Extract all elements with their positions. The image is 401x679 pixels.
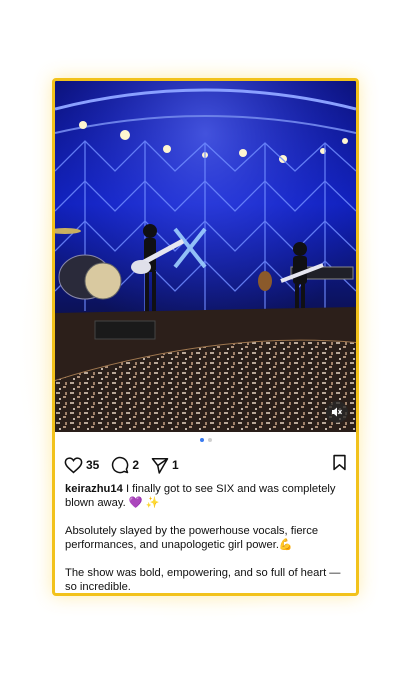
like-count: 35 — [86, 458, 100, 472]
save-button[interactable] — [332, 454, 347, 476]
comment-button[interactable]: 2 — [111, 456, 139, 474]
caption-line-2: Absolutely slayed by the powerhouse voca… — [65, 525, 319, 551]
share-count: 1 — [172, 458, 179, 472]
like-button[interactable]: 35 — [64, 456, 100, 474]
heart-icon — [64, 456, 83, 473]
caption-paragraph: keirazhu14 I finally got to see SIX and … — [65, 482, 347, 510]
post-media[interactable] — [55, 81, 356, 432]
carousel-dot[interactable] — [207, 438, 212, 442]
carousel-dot-active[interactable] — [199, 438, 204, 442]
post-caption: keirazhu14 I finally got to see SIX and … — [65, 482, 347, 593]
post-card: 35 2 1 keirazhu14 I finally got to see S… — [52, 78, 359, 596]
caption-line-3: The show was bold, empowering, and so fu… — [65, 567, 341, 593]
concert-stage-photo — [55, 81, 356, 432]
paper-plane-icon — [151, 457, 169, 474]
comment-bubble-icon — [112, 456, 129, 474]
mute-button[interactable] — [326, 401, 348, 423]
carousel-indicator — [55, 438, 356, 442]
username-link[interactable]: keirazhu14 — [65, 483, 123, 495]
comment-count: 2 — [132, 458, 140, 472]
post-actions: 35 2 1 — [64, 454, 347, 476]
bookmark-icon — [333, 454, 346, 471]
share-button[interactable]: 1 — [151, 457, 179, 474]
speaker-muted-icon — [332, 407, 342, 417]
